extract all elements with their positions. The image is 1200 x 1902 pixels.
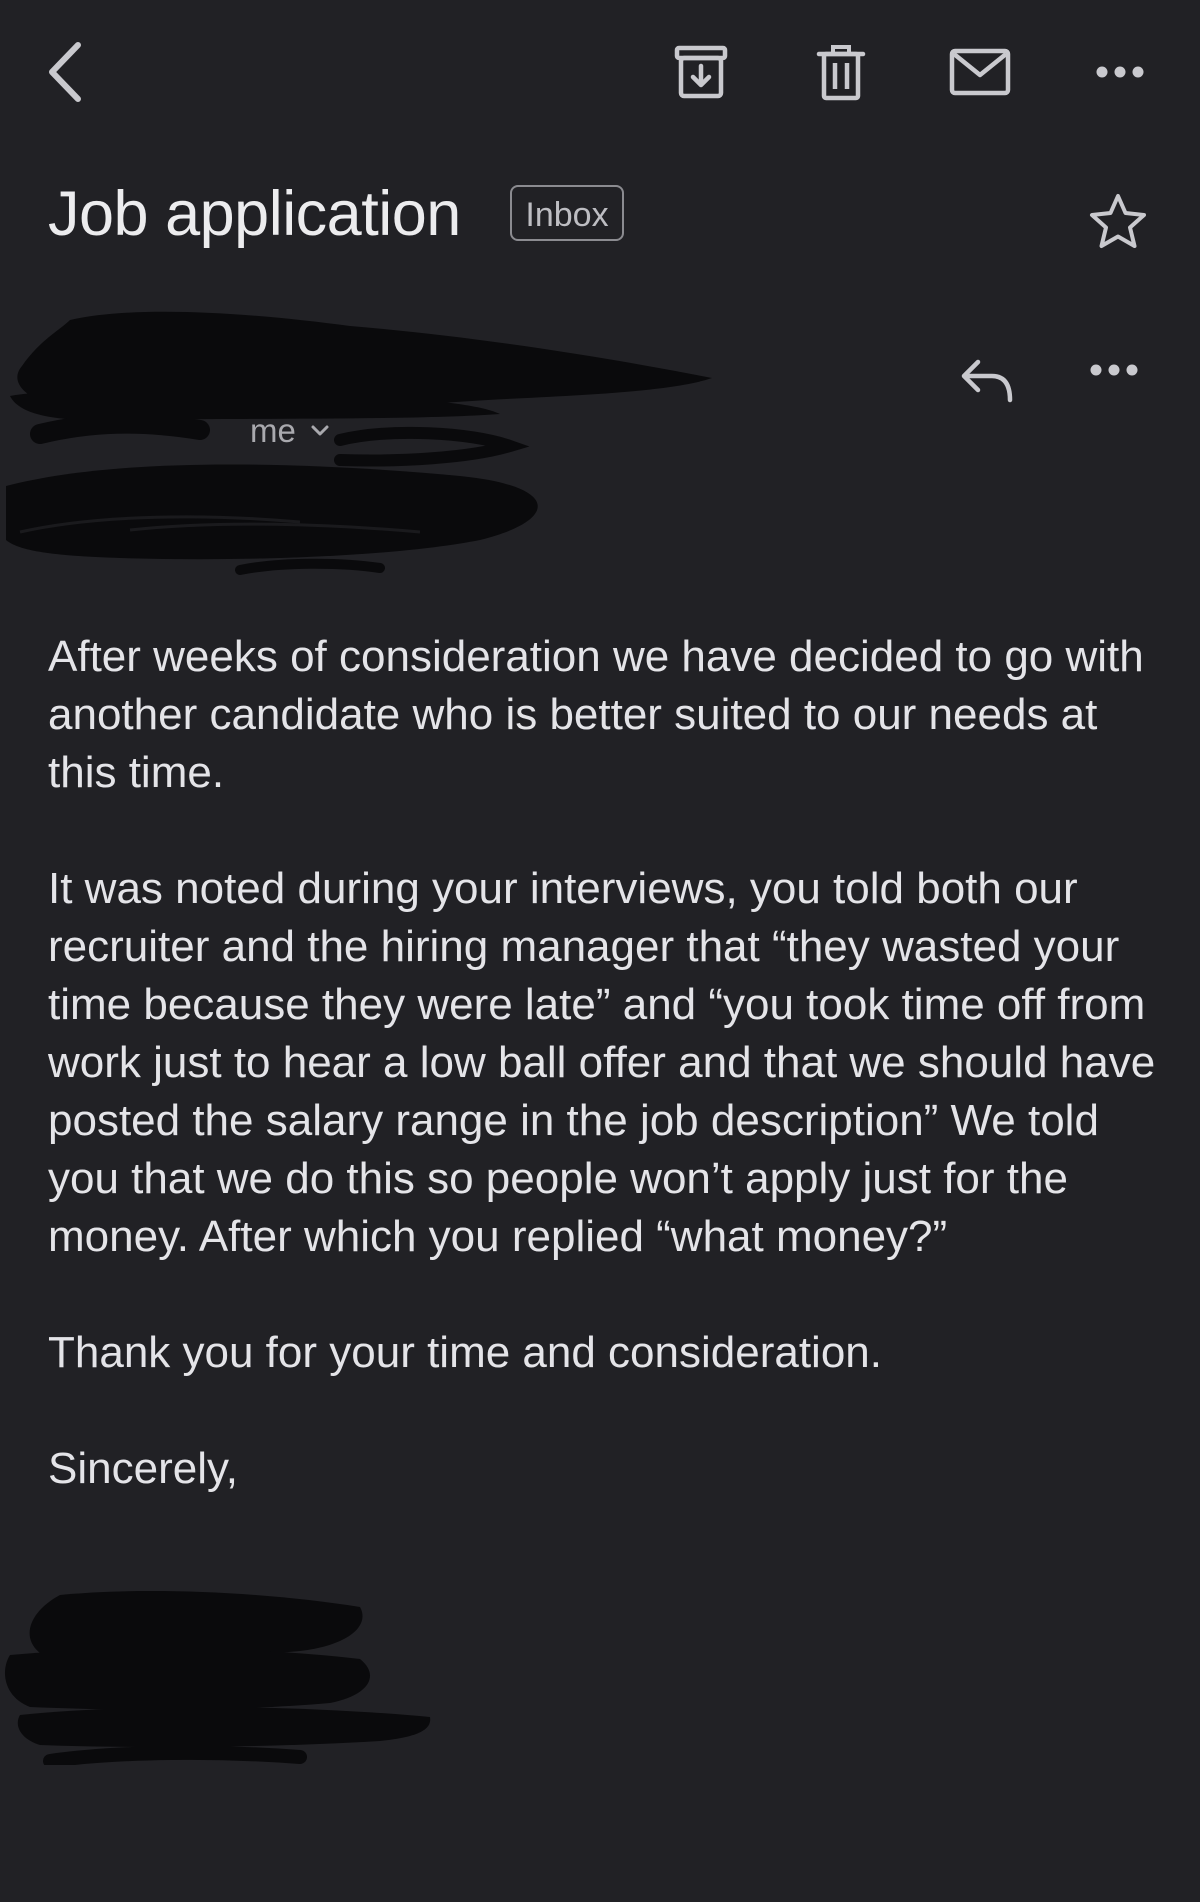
trash-icon <box>816 45 866 101</box>
chevron-down-icon <box>311 425 329 436</box>
email-body: After weeks of consideration we have dec… <box>48 628 1158 1556</box>
body-paragraph: After weeks of consideration we have dec… <box>48 632 1144 797</box>
recipient-dropdown[interactable]: me <box>250 412 330 450</box>
recipient-label: me <box>250 412 296 449</box>
archive-button[interactable] <box>666 40 736 104</box>
more-horizontal-icon <box>1096 66 1144 78</box>
mail-icon <box>949 48 1011 96</box>
reply-button[interactable] <box>958 356 1028 412</box>
top-toolbar <box>0 0 1200 150</box>
inbox-label-chip[interactable]: Inbox <box>510 185 624 241</box>
sender-redaction-scribble <box>6 311 713 575</box>
star-icon <box>1090 194 1146 248</box>
more-horizontal-icon <box>1090 364 1138 376</box>
chevron-left-icon <box>49 42 81 102</box>
archive-icon <box>674 45 728 99</box>
signature-redaction-scribble <box>4 1591 431 1765</box>
subject-row: Job application Inbox <box>48 170 1158 270</box>
body-paragraph: It was noted during your interviews, you… <box>48 864 1156 1261</box>
body-paragraph: Thank you for your time and consideratio… <box>48 1328 883 1377</box>
email-view: Job application Inbox me After weeks of … <box>0 0 1200 1902</box>
delete-button[interactable] <box>806 40 876 106</box>
email-subject: Job application <box>48 179 461 249</box>
reply-icon <box>961 359 1013 403</box>
more-options-button[interactable] <box>1088 50 1152 94</box>
body-signoff: Sincerely, <box>48 1444 238 1493</box>
message-more-button[interactable] <box>1088 362 1152 406</box>
back-button[interactable] <box>30 30 100 114</box>
sender-header: me <box>0 300 1200 600</box>
star-button[interactable] <box>1088 192 1160 262</box>
mark-unread-button[interactable] <box>944 40 1016 104</box>
